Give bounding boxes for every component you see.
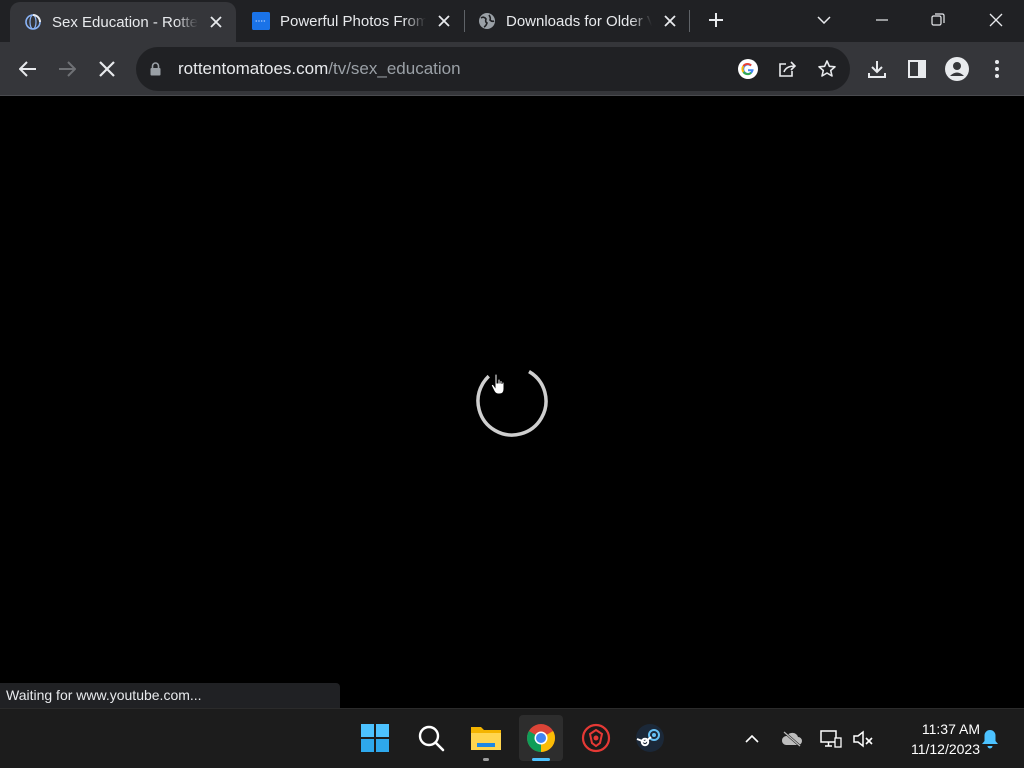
- chrome-icon: [527, 724, 555, 752]
- bell-icon: [982, 730, 998, 749]
- restore-window-button[interactable]: [918, 0, 958, 40]
- taskbar-file-explorer[interactable]: [464, 715, 508, 761]
- address-bar[interactable]: rottentomatoes.com/tv/sex_education: [136, 47, 850, 91]
- back-button[interactable]: [8, 49, 48, 89]
- minimize-window-button[interactable]: [862, 0, 902, 40]
- cloud-off-icon: [781, 731, 802, 747]
- share-icon[interactable]: [772, 53, 804, 85]
- close-tab-icon[interactable]: [434, 11, 454, 31]
- tab-title: Sex Education - Rotten Tomatoes: [52, 13, 198, 31]
- tab-search-button[interactable]: [804, 0, 844, 40]
- running-indicator: [483, 758, 489, 761]
- close-tab-icon[interactable]: [660, 11, 680, 31]
- loading-globe-icon: [24, 13, 42, 31]
- profile-avatar[interactable]: [937, 49, 977, 89]
- clock-date: 11/12/2023: [910, 741, 980, 757]
- status-bubble: Waiting for www.youtube.com...: [0, 683, 340, 708]
- loading-spinner-icon: [476, 365, 548, 437]
- side-panel-button[interactable]: [897, 49, 937, 89]
- forward-button[interactable]: [47, 49, 87, 89]
- hand-cursor-icon: [490, 373, 505, 395]
- network-status[interactable]: [817, 725, 845, 753]
- volume-muted-icon: [853, 730, 873, 748]
- chevron-up-icon: [745, 735, 759, 743]
- tab-strip: Sex Education - Rotten Tomatoes Powerful…: [0, 0, 1024, 42]
- taskbar-steam[interactable]: [628, 715, 672, 761]
- tab-title: Powerful Photos From the Past: [280, 12, 426, 30]
- tab-downloads-older-versions[interactable]: Downloads for Older Versions: [464, 0, 690, 42]
- network-disconnected-icon: [820, 730, 842, 748]
- file-explorer-icon: [471, 727, 501, 750]
- active-indicator: [532, 758, 550, 761]
- new-tab-button[interactable]: [696, 0, 736, 40]
- tab-separator: [689, 10, 690, 32]
- steam-icon: [636, 724, 664, 752]
- onedrive-status[interactable]: [778, 725, 806, 753]
- url-text[interactable]: rottentomatoes.com/tv/sex_education: [178, 59, 461, 79]
- lock-icon[interactable]: [150, 62, 161, 81]
- close-window-button[interactable]: [976, 0, 1016, 40]
- downloads-button[interactable]: [857, 49, 897, 89]
- tab-title: Downloads for Older Versions: [506, 12, 652, 30]
- google-lens-icon[interactable]: [732, 53, 764, 85]
- stop-loading-button[interactable]: [87, 49, 127, 89]
- windows-start-icon: [361, 724, 389, 752]
- url-path: /tv/sex_education: [328, 59, 461, 78]
- globe-icon: [478, 12, 496, 30]
- blue-site-icon: [252, 12, 270, 30]
- game-app-icon: [581, 723, 611, 753]
- tab-sex-education[interactable]: Sex Education - Rotten Tomatoes: [10, 2, 236, 42]
- taskbar-game-app[interactable]: [574, 715, 618, 761]
- clock-time: 11:37 AM: [921, 721, 980, 737]
- taskbar-search-button[interactable]: [409, 715, 453, 761]
- windows-taskbar: 11:37 AM 11/12/2023: [0, 708, 1024, 768]
- system-clock[interactable]: 11:37 AM 11/12/2023: [884, 719, 980, 759]
- bookmark-star-icon[interactable]: [811, 53, 843, 85]
- windows-start-button[interactable]: [353, 715, 397, 761]
- show-hidden-icons-button[interactable]: [738, 725, 766, 753]
- notifications-button[interactable]: [976, 725, 1004, 753]
- taskbar-chrome[interactable]: [519, 715, 563, 761]
- tab-powerful-photos[interactable]: Powerful Photos From the Past: [238, 0, 464, 42]
- browser-toolbar: rottentomatoes.com/tv/sex_education: [0, 42, 1024, 96]
- close-tab-icon[interactable]: [206, 12, 226, 32]
- volume-status[interactable]: [849, 725, 877, 753]
- url-domain: rottentomatoes.com: [178, 59, 329, 78]
- search-icon: [418, 725, 445, 752]
- more-menu-icon[interactable]: [977, 49, 1017, 89]
